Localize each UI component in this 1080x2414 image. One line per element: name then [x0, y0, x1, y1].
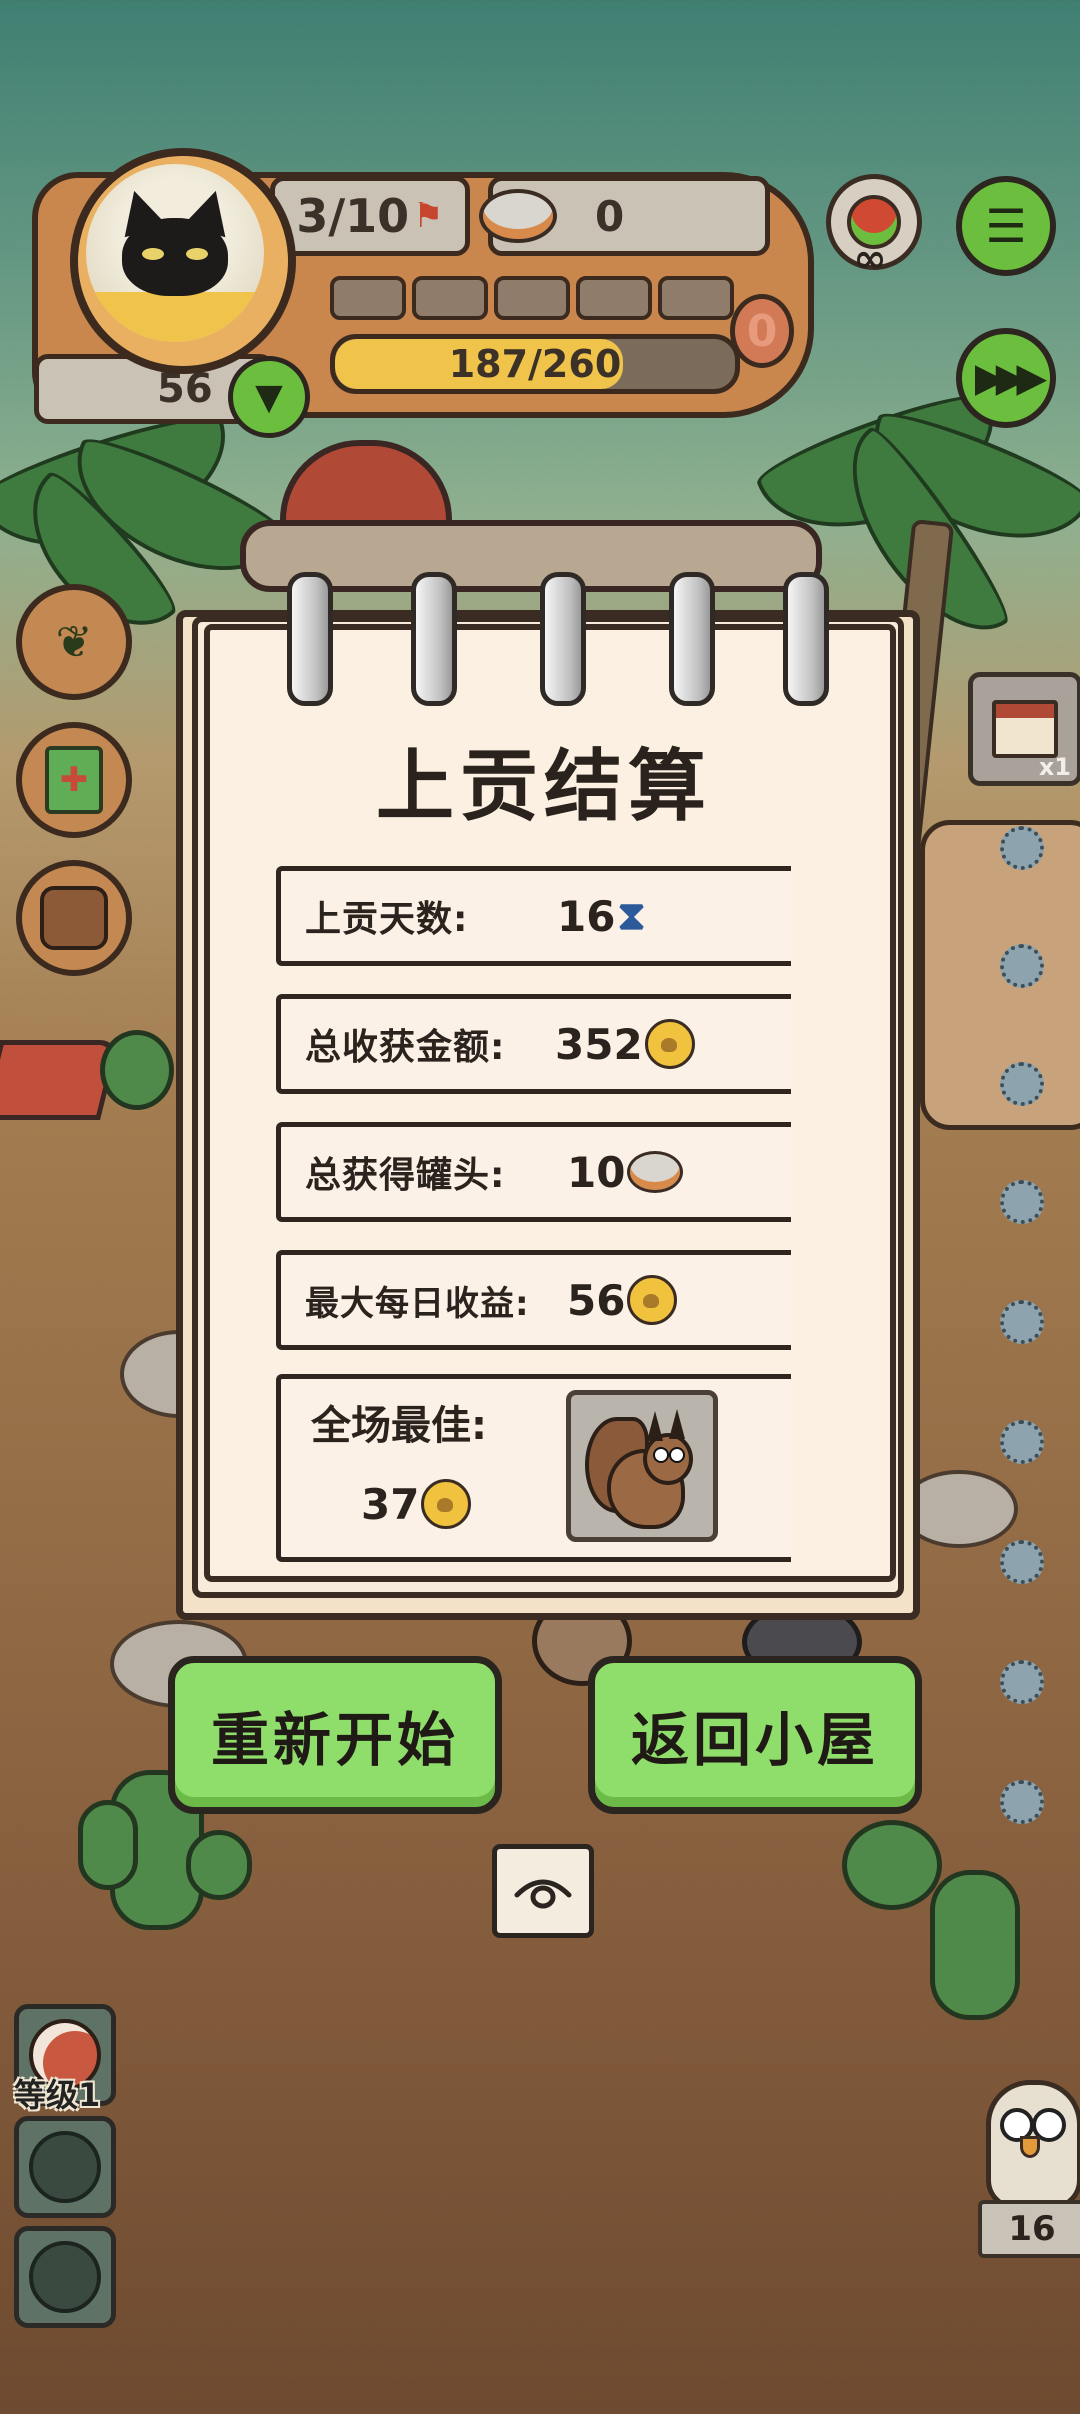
- cat-eye: [186, 248, 208, 260]
- row-value: 16 ⧗: [557, 871, 646, 961]
- best-value: 37: [361, 1479, 472, 1529]
- house-icon: [992, 700, 1058, 758]
- avatar-fill: [86, 292, 264, 342]
- row-value-text: 16: [557, 891, 616, 941]
- best-label: 全场最佳:: [311, 1403, 487, 1449]
- level-segment: [412, 276, 488, 320]
- population-counter[interactable]: 3/10 ⚑: [270, 176, 470, 256]
- eye-icon: [514, 1879, 572, 1909]
- cactus: [100, 1030, 174, 1110]
- cat-eye: [142, 248, 164, 260]
- backpack-button[interactable]: [16, 860, 132, 976]
- plant-button[interactable]: ❦: [16, 584, 132, 700]
- house-multiplier: x1: [1038, 753, 1071, 781]
- best-value-text: 37: [361, 1479, 420, 1529]
- spiral-ring: [783, 572, 829, 706]
- path-dot: [1000, 1180, 1044, 1224]
- level-segment: [330, 276, 406, 320]
- restart-button[interactable]: 重新开始: [168, 1656, 502, 1814]
- cactus: [78, 1800, 138, 1890]
- fast-forward-icon: ▶▶▶: [974, 355, 1047, 401]
- can-counter[interactable]: 0: [479, 176, 770, 256]
- row-value-text: 56: [567, 1275, 626, 1325]
- paw-coin-icon: [627, 1275, 678, 1325]
- path-dot: [1000, 1660, 1044, 1704]
- medkit-button[interactable]: ✚: [16, 722, 132, 838]
- level-badge-text: 0: [746, 305, 778, 357]
- summary-row: 最大每日收益: 56: [276, 1250, 791, 1350]
- summary-row: 上贡天数: 16 ⧗: [276, 866, 791, 966]
- empty-pet-icon: [29, 2241, 101, 2313]
- summary-title: 上贡结算: [375, 742, 712, 832]
- path-dot: [1000, 1300, 1044, 1344]
- row-label: 上贡天数:: [305, 899, 469, 940]
- xp-progress-text: 187/260: [448, 342, 622, 386]
- owl-count-text: 16: [1008, 2209, 1056, 2249]
- can-icon: [479, 189, 557, 243]
- level-segment: [494, 276, 570, 320]
- cactus: [842, 1820, 942, 1910]
- level-segment: [576, 276, 652, 320]
- menu-icon: ☰: [985, 199, 1027, 253]
- row-label: 最大每日收益:: [305, 1283, 530, 1324]
- summary-row: 总获得罐头: 10: [276, 1122, 791, 1222]
- row-value: 10: [567, 1127, 684, 1217]
- owl-count: 16: [978, 2200, 1080, 2258]
- squirrel-eye: [669, 1447, 685, 1463]
- path-dot: [1000, 1540, 1044, 1584]
- pet-slot[interactable]: [14, 2226, 116, 2328]
- infinity-text: ∞: [853, 236, 887, 282]
- return-home-button-label: 返回小屋: [630, 1706, 879, 1774]
- restart-button-label: 重新开始: [210, 1706, 459, 1774]
- path-dot: [1000, 944, 1044, 988]
- path-dot: [1000, 1420, 1044, 1464]
- paw-coin-icon: [421, 1479, 472, 1529]
- path-dot: [1000, 1062, 1044, 1106]
- can-icon: [627, 1151, 684, 1193]
- menu-button[interactable]: ☰: [956, 176, 1056, 276]
- squirrel-ear: [669, 1409, 685, 1439]
- house-card[interactable]: x1: [968, 672, 1080, 786]
- population-text: 3/10: [296, 189, 410, 243]
- can-count: 0: [595, 191, 625, 241]
- hourglass-icon: ⧗: [617, 893, 646, 939]
- row-value-text: 352: [555, 1019, 643, 1069]
- best-performer-portrait[interactable]: [566, 1390, 718, 1542]
- flag-icon: ⚑: [413, 196, 444, 236]
- row-value-text: 10: [567, 1147, 626, 1197]
- path-dot: [1000, 1780, 1044, 1824]
- path-dot: [1000, 826, 1044, 870]
- row-value: 352: [555, 999, 695, 1089]
- spiral-ring: [540, 572, 586, 706]
- xp-progress-bar: 187/260: [330, 334, 740, 394]
- backpack-icon: [40, 886, 108, 950]
- cactus: [186, 1830, 252, 1900]
- squirrel-ear: [647, 1411, 663, 1441]
- level-segment: [658, 276, 734, 320]
- spiral-ring: [287, 572, 333, 706]
- medkit-icon: ✚: [45, 746, 103, 814]
- empty-pet-icon: [29, 2131, 101, 2203]
- owl-beak: [1020, 2136, 1040, 2158]
- spiral-ring: [411, 572, 457, 706]
- spiral-ring: [669, 572, 715, 706]
- coin-dropdown-icon[interactable]: ▼: [228, 356, 310, 438]
- pet-slot[interactable]: [14, 2116, 116, 2218]
- row-label: 总获得罐头:: [305, 1155, 506, 1196]
- level-label: 等级1: [14, 2076, 101, 2114]
- return-home-button[interactable]: 返回小屋: [588, 1656, 922, 1814]
- paw-coin-icon: [644, 1019, 695, 1069]
- black-cat-icon: [122, 218, 228, 296]
- player-avatar[interactable]: [86, 164, 264, 342]
- level-segments: [330, 276, 734, 320]
- squirrel-eye: [653, 1447, 669, 1463]
- toggle-view-button[interactable]: [492, 1844, 594, 1938]
- row-value: 56: [567, 1255, 678, 1345]
- plant-icon: ❦: [55, 616, 93, 668]
- cactus: [930, 1870, 1020, 2020]
- fast-forward-button[interactable]: ▶▶▶: [956, 328, 1056, 428]
- summary-row: 总收获金额: 352: [276, 994, 791, 1094]
- row-label: 总收获金额:: [305, 1027, 506, 1068]
